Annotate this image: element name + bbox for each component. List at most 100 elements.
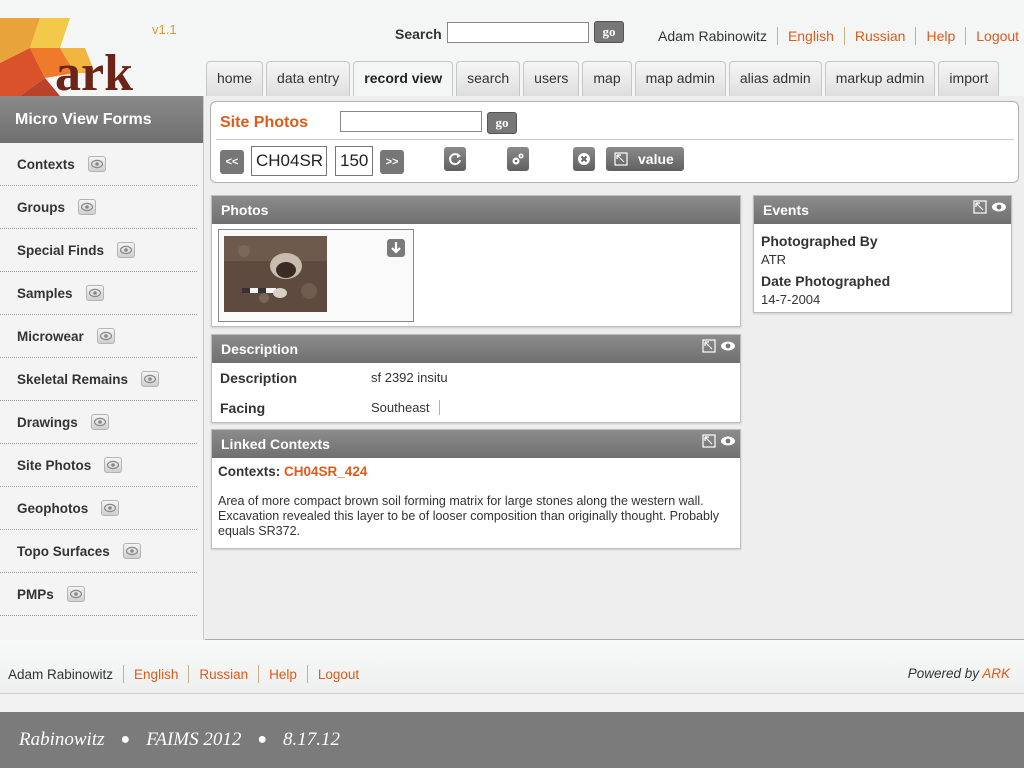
record-search-input[interactable] [340, 111, 482, 132]
english-link[interactable]: English [788, 28, 834, 44]
photos-header: Photos [212, 196, 740, 224]
panel-tools [702, 434, 736, 448]
eye-icon[interactable] [90, 414, 109, 430]
site-code-field[interactable]: CH04SR [251, 146, 327, 176]
contexts-line: Contexts: CH04SR_424 [218, 464, 367, 479]
tab-map-admin[interactable]: map admin [634, 61, 726, 96]
sidebar-item-drawings[interactable]: Drawings [0, 401, 197, 444]
eye-icon[interactable] [720, 339, 736, 353]
expand-icon[interactable] [702, 434, 716, 448]
site-photo-thumbnail[interactable] [224, 236, 327, 312]
header: ark v1.1 Search go Adam Rabinowitz Engli… [0, 0, 1024, 96]
photos-title: Photos [221, 202, 269, 218]
description-key: Description [220, 370, 298, 386]
eye-icon[interactable] [85, 285, 104, 301]
russian-link[interactable]: Russian [855, 28, 906, 44]
eye-icon[interactable] [87, 156, 106, 172]
sidebar-item-topo-surfaces[interactable]: Topo Surfaces [0, 530, 197, 573]
events-panel: Events Photographed By ATR Date Photogra… [753, 195, 1012, 313]
tab-search[interactable]: search [456, 61, 521, 96]
separator [188, 665, 190, 683]
separator [776, 27, 778, 45]
eye-icon[interactable] [78, 199, 97, 215]
linked-contexts-header: Linked Contexts [212, 430, 740, 458]
previous-record-button[interactable]: << [220, 150, 244, 174]
eye-icon[interactable] [104, 457, 123, 473]
help-link[interactable]: Help [926, 28, 955, 44]
sidebar-item-label: Samples [17, 285, 73, 301]
close-button[interactable] [573, 147, 595, 171]
record-go-button[interactable]: go [487, 112, 517, 134]
separator [123, 665, 125, 683]
search-go-button[interactable]: go [594, 21, 624, 43]
next-record-button[interactable]: >> [380, 150, 404, 174]
context-link[interactable]: CH04SR_424 [284, 464, 367, 479]
tab-import[interactable]: import [938, 61, 1000, 96]
description-panel: Description Description sf 2392 insitu F… [211, 334, 741, 423]
description-value: sf 2392 insitu [371, 370, 448, 385]
sidebar-item-special-finds[interactable]: Special Finds [0, 229, 197, 272]
bullet-separator: ● [257, 731, 268, 748]
divider [216, 139, 1014, 140]
sidebar-item-site-photos[interactable]: Site Photos [0, 444, 197, 487]
sidebar-item-microwear[interactable]: Microwear [0, 315, 197, 358]
tab-map[interactable]: map [582, 61, 632, 96]
separator [915, 27, 917, 45]
sidebar-item-label: PMPs [17, 586, 54, 602]
search-input[interactable] [447, 22, 589, 43]
panel-tools [702, 339, 736, 353]
user-name: Adam Rabinowitz [658, 28, 767, 44]
sidebar-item-contexts[interactable]: Contexts [0, 143, 197, 186]
sidebar-item-groups[interactable]: Groups [0, 186, 197, 229]
close-icon [578, 153, 590, 165]
eye-icon[interactable] [66, 586, 85, 602]
tab-users[interactable]: users [523, 61, 580, 96]
record-number-field[interactable]: 150 [335, 146, 373, 176]
tab-data-entry[interactable]: data entry [266, 61, 351, 96]
download-icon[interactable] [387, 239, 405, 257]
eye-icon[interactable] [991, 200, 1007, 214]
logo-text: ark [55, 45, 133, 96]
footer-russian-link[interactable]: Russian [199, 667, 248, 682]
tab-markup-admin[interactable]: markup admin [824, 61, 936, 96]
value-button[interactable]: value [606, 147, 684, 171]
sidebar-item-samples[interactable]: Samples [0, 272, 197, 315]
eye-icon[interactable] [101, 500, 120, 516]
tab-alias-admin[interactable]: alias admin [728, 61, 822, 96]
eye-icon[interactable] [141, 371, 160, 387]
eye-icon[interactable] [117, 242, 136, 258]
sidebar-item-label: Microwear [17, 328, 84, 344]
footer: Adam Rabinowitz English Russian Help Log… [0, 640, 1024, 694]
footer-help-link[interactable]: Help [269, 667, 297, 682]
ark-brand-link[interactable]: ARK [982, 666, 1010, 681]
sidebar-item-label: Topo Surfaces [17, 543, 110, 559]
separator [843, 27, 845, 45]
sidebar-item-label: Geophotos [17, 500, 89, 516]
facing-key: Facing [220, 400, 266, 416]
description-row: Description sf 2392 insitu [212, 363, 740, 393]
sidebar-item-geophotos[interactable]: Geophotos [0, 487, 197, 530]
settings-button[interactable] [507, 147, 529, 171]
slide-author: Rabinowitz [19, 729, 105, 750]
facing-row: Facing Southeast [212, 393, 740, 423]
footer-english-link[interactable]: English [134, 667, 178, 682]
footer-user-name: Adam Rabinowitz [8, 666, 114, 682]
bullet-separator: ● [120, 731, 131, 748]
main-content: Site Photos go << CH04SR 150 >> value Ph… [205, 96, 1024, 640]
sidebar-item-pmps[interactable]: PMPs [0, 573, 197, 616]
sidebar-item-label: Drawings [17, 414, 78, 430]
tab-home[interactable]: home [206, 61, 264, 96]
tab-record-view[interactable]: record view [353, 61, 454, 96]
eye-icon[interactable] [720, 434, 736, 448]
footer-logout-link[interactable]: Logout [318, 667, 359, 682]
expand-icon[interactable] [702, 339, 716, 353]
refresh-button[interactable] [444, 147, 466, 171]
sidebar-item-skeletal-remains[interactable]: Skeletal Remains [0, 358, 197, 401]
eye-icon[interactable] [96, 328, 115, 344]
eye-icon[interactable] [122, 543, 141, 559]
text-cursor [439, 400, 440, 415]
slide-footer: Rabinowitz ● FAIMS 2012 ● 8.17.12 [0, 712, 1024, 768]
expand-icon[interactable] [973, 200, 987, 214]
description-title: Description [221, 341, 299, 357]
logout-link[interactable]: Logout [976, 28, 1019, 44]
